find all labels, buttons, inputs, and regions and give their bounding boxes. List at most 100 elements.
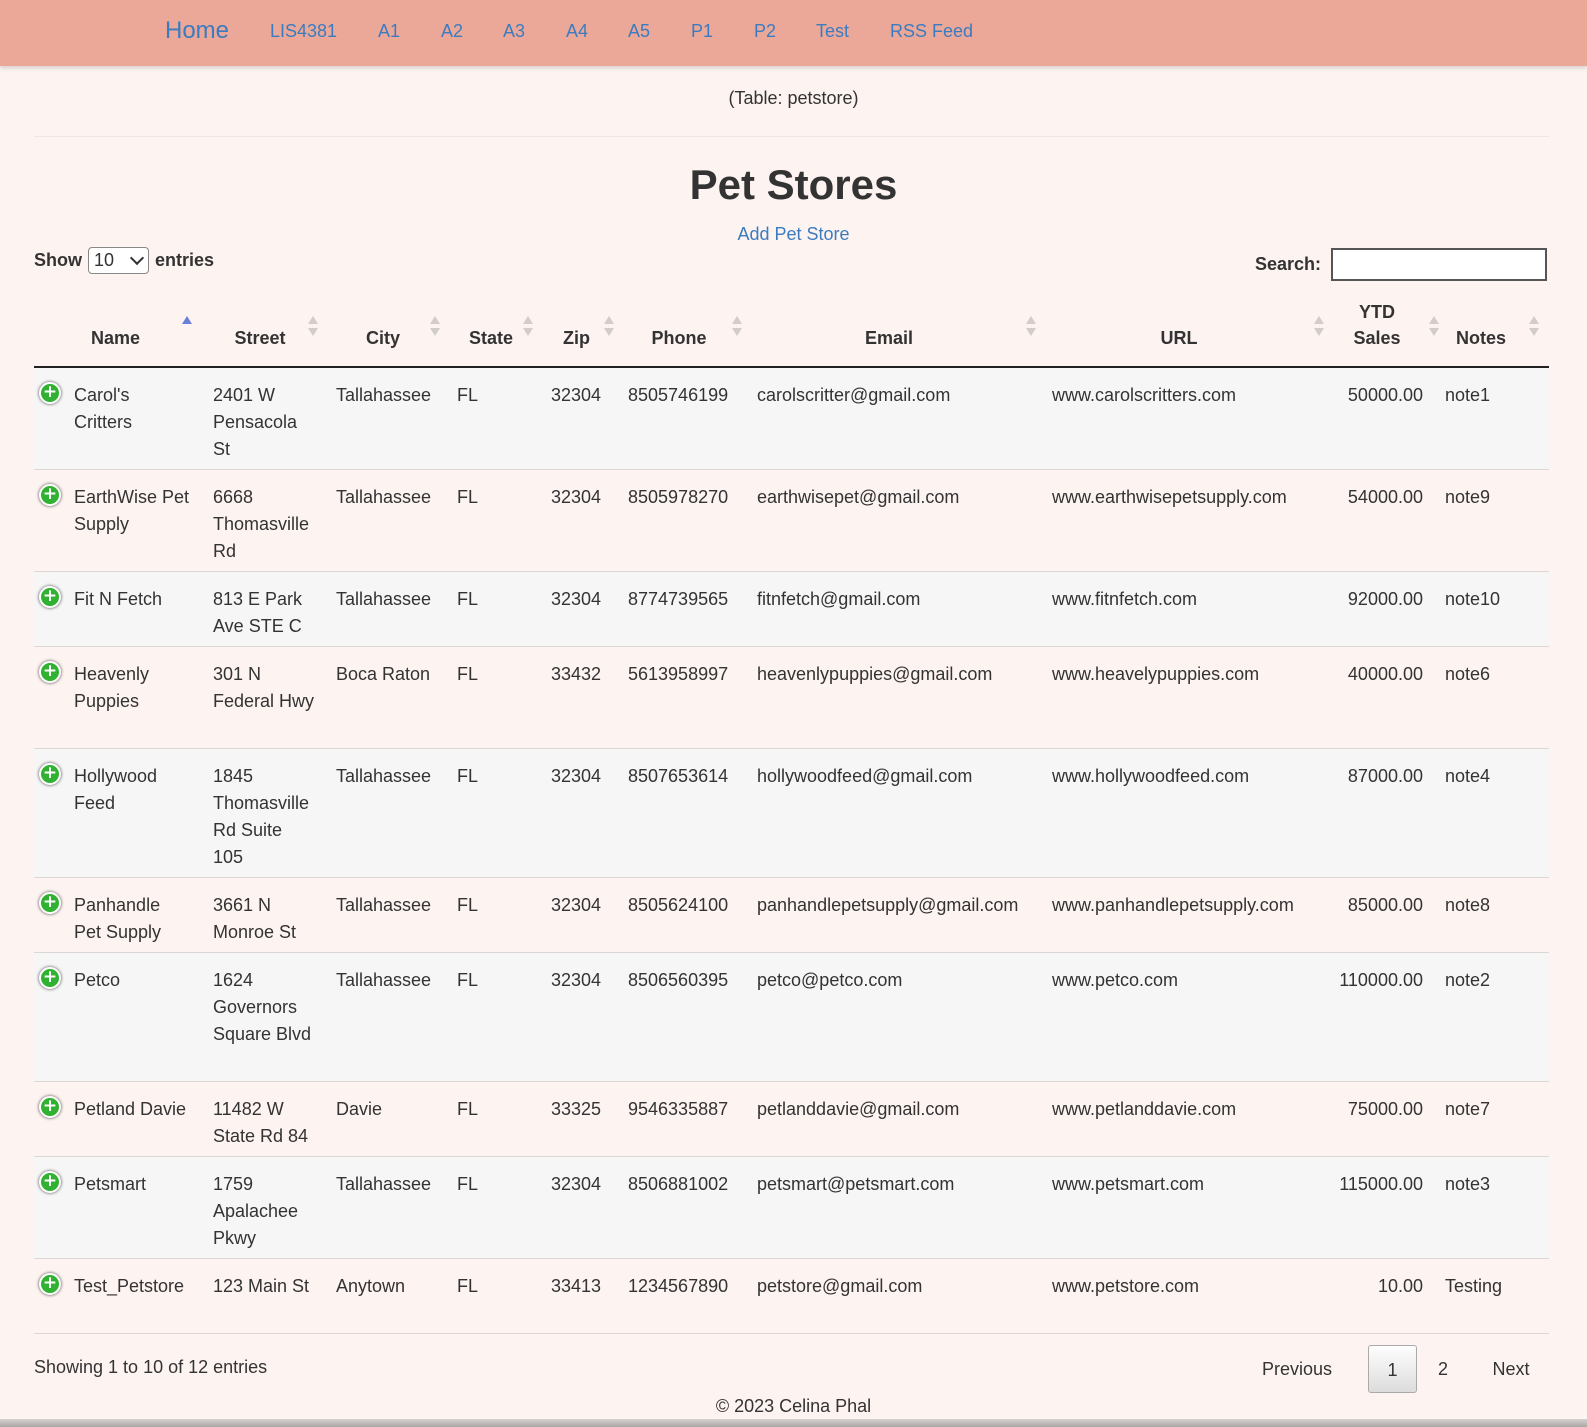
cell-state: FL: [457, 589, 479, 609]
cell-zip: 32304: [551, 1174, 602, 1194]
nav-link-a2[interactable]: A2: [441, 21, 463, 42]
cell-ytd-sales: 75000.00: [1347, 1099, 1423, 1119]
cell-url: www.earthwisepetsupply.com: [1052, 487, 1287, 507]
cell-city: Tallahassee: [336, 970, 432, 990]
nav-link-a4[interactable]: A4: [566, 21, 588, 42]
column-header-url[interactable]: URL: [1134, 325, 1224, 351]
nav-link-a1[interactable]: A1: [378, 21, 400, 42]
entries-select[interactable]: 10: [88, 247, 149, 274]
cell-street: 301 N Federal Hwy: [213, 664, 315, 711]
expand-row-icon[interactable]: +: [39, 1273, 61, 1295]
table-body: + Carol's Critters 2401 W Pensacola St Tall…: [34, 368, 1549, 1334]
entries-length-control: Show 10 entries: [34, 247, 214, 274]
page-title: Pet Stores: [689, 161, 898, 208]
cell-city: Tallahassee: [336, 487, 432, 507]
next-button[interactable]: Next: [1471, 1345, 1551, 1393]
sort-icon[interactable]: [1529, 316, 1539, 338]
cell-street: 3661 N Monroe St: [213, 895, 297, 942]
nav-home-link[interactable]: Home: [165, 17, 229, 45]
nav-link-test[interactable]: Test: [816, 21, 849, 42]
nav-link-a5[interactable]: A5: [628, 21, 650, 42]
cell-notes: note9: [1445, 487, 1491, 507]
sort-icon[interactable]: [604, 316, 614, 338]
cell-city: Anytown: [336, 1276, 406, 1296]
cell-email: petsmart@petsmart.com: [757, 1174, 955, 1194]
sort-ascending-icon[interactable]: [182, 316, 192, 338]
cell-city: Tallahassee: [336, 766, 432, 786]
cell-name: EarthWise Pet Supply: [74, 487, 190, 534]
sort-icon[interactable]: [430, 316, 440, 338]
expand-row-icon[interactable]: +: [39, 1096, 61, 1118]
cell-ytd-sales: 54000.00: [1347, 487, 1423, 507]
cell-notes: note2: [1445, 970, 1491, 990]
column-header-state[interactable]: State: [461, 325, 521, 351]
expand-row-icon[interactable]: +: [39, 484, 61, 506]
cell-street: 813 E Park Ave STE C: [213, 589, 303, 636]
table-row: + Petsmart 1759 Apalachee Pkwy Tallahassee F…: [34, 1157, 1549, 1259]
previous-button[interactable]: Previous: [1253, 1345, 1341, 1393]
cell-ytd-sales: 92000.00: [1347, 589, 1423, 609]
cell-street: 1759 Apalachee Pkwy: [213, 1174, 299, 1248]
expand-row-icon[interactable]: +: [39, 382, 61, 404]
expand-row-icon[interactable]: +: [39, 661, 61, 683]
sort-icon[interactable]: [308, 316, 318, 338]
nav-link-p1[interactable]: P1: [691, 21, 713, 42]
cell-phone: 8505624100: [628, 895, 729, 915]
table-row: + Carol's Critters 2401 W Pensacola St Tall…: [34, 368, 1549, 470]
cell-notes: note7: [1445, 1099, 1491, 1119]
sort-icon[interactable]: [1429, 316, 1439, 338]
sort-icon[interactable]: [732, 316, 742, 338]
add-pet-store-link[interactable]: Add Pet Store: [737, 224, 849, 244]
cell-url: www.fitnfetch.com: [1052, 589, 1198, 609]
column-header-city[interactable]: City: [348, 325, 418, 351]
cell-phone: 5613958997: [628, 664, 729, 684]
cell-city: Tallahassee: [336, 895, 432, 915]
column-header-name[interactable]: Name: [74, 325, 157, 351]
nav-link-p2[interactable]: P2: [754, 21, 776, 42]
column-header-email[interactable]: Email: [844, 325, 934, 351]
cell-ytd-sales: 40000.00: [1347, 664, 1423, 684]
table-row: + EarthWise Pet Supply 6668 Thomasville Rd…: [34, 470, 1549, 572]
cell-ytd-sales: 115000.00: [1339, 1174, 1423, 1194]
cell-url: www.petco.com: [1052, 970, 1179, 990]
nav-link-rss-feed[interactable]: RSS Feed: [890, 21, 973, 42]
expand-row-icon[interactable]: +: [39, 967, 61, 989]
cell-street: 2401 W Pensacola St: [213, 385, 298, 459]
cell-state: FL: [457, 1174, 479, 1194]
page-2-button[interactable]: 2: [1419, 1345, 1467, 1393]
column-header-ytd-sales[interactable]: YTD Sales: [1347, 299, 1407, 351]
column-header-zip[interactable]: Zip: [554, 325, 599, 351]
cell-notes: Testing: [1445, 1276, 1503, 1296]
cell-zip: 32304: [551, 487, 602, 507]
cell-state: FL: [457, 385, 479, 405]
sort-icon[interactable]: [523, 316, 533, 338]
column-header-street[interactable]: Street: [220, 325, 300, 351]
expand-row-icon[interactable]: +: [39, 1171, 61, 1193]
column-header-notes[interactable]: Notes: [1446, 325, 1516, 351]
cell-state: FL: [457, 664, 479, 684]
sort-icon[interactable]: [1314, 316, 1324, 338]
cell-state: FL: [457, 1276, 479, 1296]
cell-phone: 8506881002: [628, 1174, 729, 1194]
expand-row-icon[interactable]: +: [39, 763, 61, 785]
expand-row-icon[interactable]: +: [39, 586, 61, 608]
expand-row-icon[interactable]: +: [39, 892, 61, 914]
cell-phone: 8506560395: [628, 970, 729, 990]
cell-street: 1624 Governors Square Blvd: [213, 970, 312, 1044]
sort-icon[interactable]: [1026, 316, 1036, 338]
cell-name: Petland Davie: [74, 1099, 187, 1119]
cell-phone: 9546335887: [628, 1099, 729, 1119]
cell-city: Tallahassee: [336, 589, 432, 609]
nav-link-a3[interactable]: A3: [503, 21, 525, 42]
cell-notes: note8: [1445, 895, 1491, 915]
column-header-phone[interactable]: Phone: [639, 325, 719, 351]
cell-phone: 1234567890: [628, 1276, 729, 1296]
table-row: + Heavenly Puppies 301 N Federal Hwy Boca R…: [34, 647, 1549, 749]
search-input[interactable]: [1331, 248, 1548, 281]
page-1-button[interactable]: 1: [1368, 1345, 1417, 1393]
nav-link-lis4381[interactable]: LIS4381: [270, 21, 337, 42]
cell-url: www.panhandlepetsupply.com: [1052, 895, 1294, 915]
cell-ytd-sales: 87000.00: [1347, 766, 1423, 786]
cell-street: 6668 Thomasville Rd: [213, 487, 310, 561]
cell-url: www.petstore.com: [1052, 1276, 1200, 1296]
